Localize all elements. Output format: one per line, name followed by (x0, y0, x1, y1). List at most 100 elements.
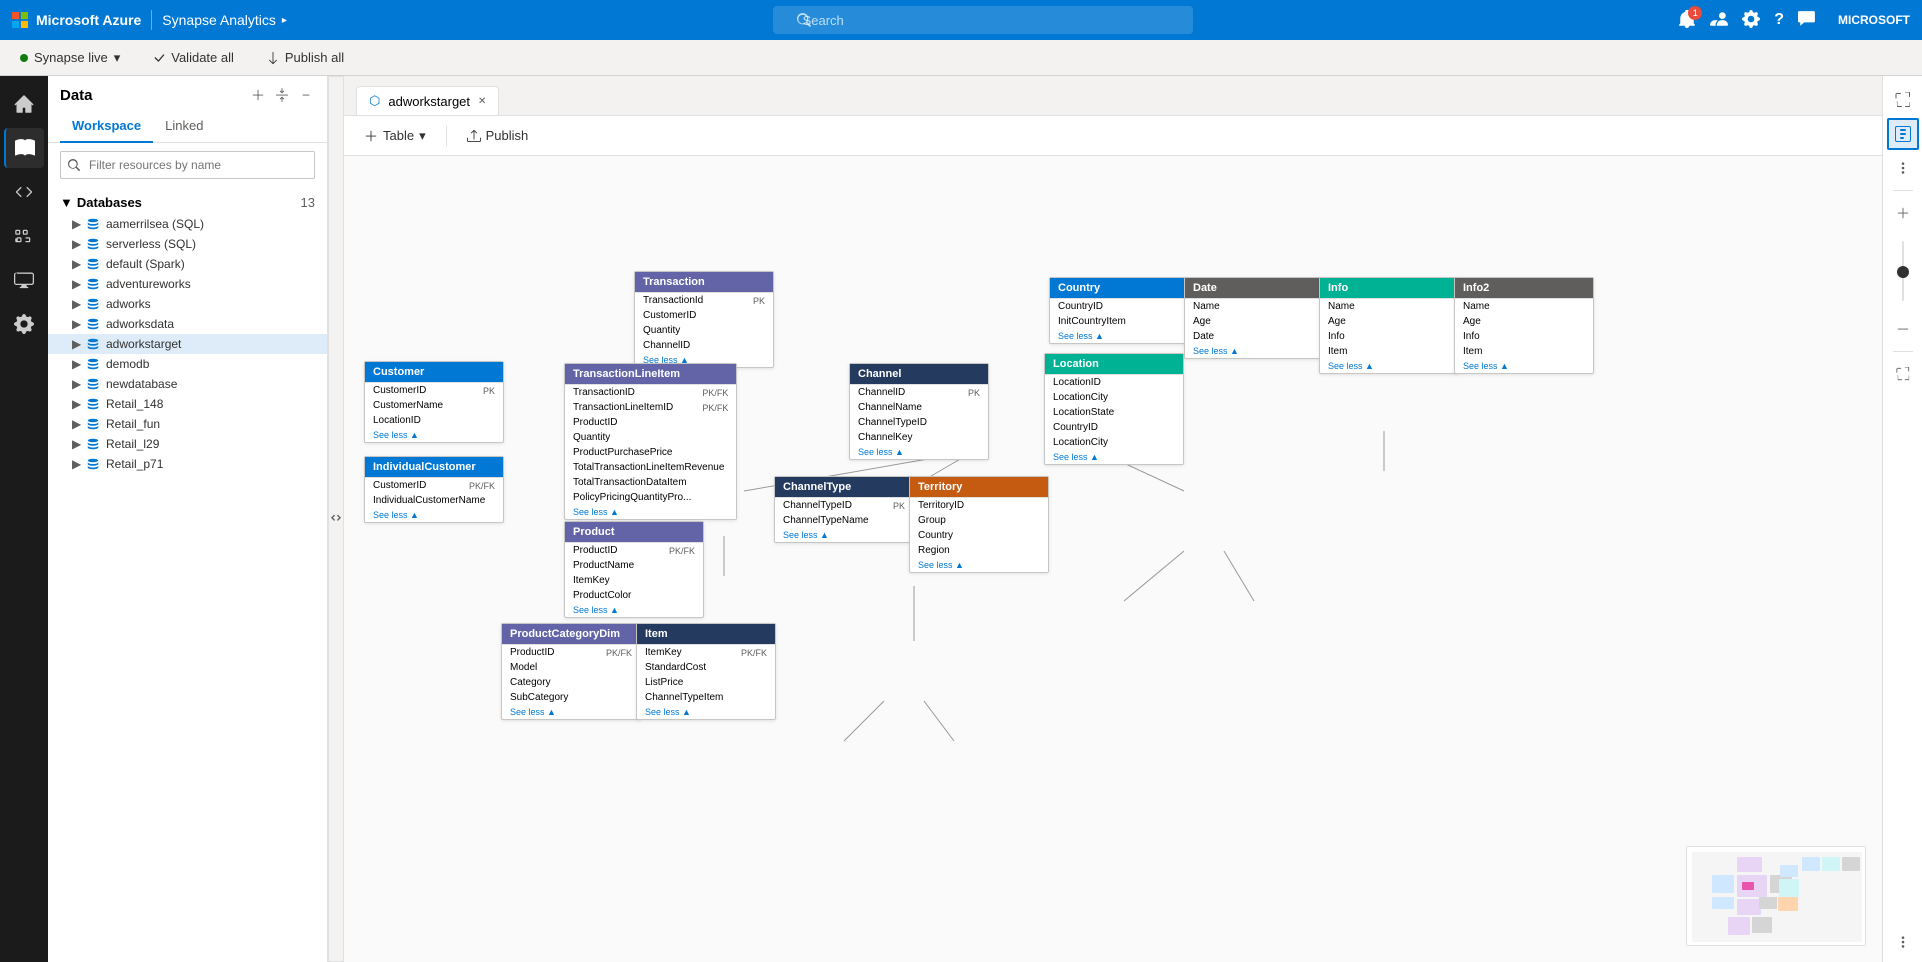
people-icon[interactable] (1710, 10, 1728, 31)
notification-icon[interactable]: 1 (1678, 10, 1696, 31)
feedback-icon[interactable] (1798, 10, 1816, 31)
table-channeltype[interactable]: ChannelType ChannelTypeID PK ChannelType… (774, 476, 914, 543)
see-less-link[interactable]: See less ▲ (1045, 450, 1183, 464)
see-less-link[interactable]: See less ▲ (637, 705, 775, 719)
zoom-in-button[interactable] (1887, 197, 1919, 229)
publish-all-button[interactable]: Publish all (258, 46, 352, 69)
database-item[interactable]: ▶ Retail_l29 (48, 434, 327, 454)
database-item[interactable]: ▶ adworksdata (48, 314, 327, 334)
table-territory[interactable]: Territory TerritoryID Group Country Regi… (909, 476, 1049, 573)
database-item[interactable]: ▶ Retail_fun (48, 414, 327, 434)
database-item[interactable]: ▶ demodb (48, 354, 327, 374)
more-diagram-options[interactable] (1887, 926, 1919, 958)
database-item[interactable]: ▶ serverless (SQL) (48, 234, 327, 254)
db-icon (86, 237, 100, 251)
search-input[interactable] (773, 6, 1193, 34)
see-less-link[interactable]: See less ▲ (365, 508, 503, 522)
workspace-tab[interactable]: Workspace (60, 110, 153, 143)
filter-container (60, 151, 315, 179)
sidebar-develop-item[interactable] (4, 172, 44, 212)
publish-button[interactable]: Publish (459, 124, 537, 147)
database-item[interactable]: ▶ aamerrilsea (SQL) (48, 214, 327, 234)
table-country[interactable]: Country CountryID InitCountryItem See le… (1049, 277, 1189, 344)
databases-header[interactable]: ▼ Databases 13 (48, 191, 327, 214)
db-icon (86, 297, 100, 311)
database-item[interactable]: ▶ adworkstarget (48, 334, 327, 354)
table-channel[interactable]: Channel ChannelID PK ChannelName Channel… (849, 363, 989, 460)
column-row: ProductID (565, 415, 736, 430)
minimap[interactable] (1686, 846, 1866, 946)
table-productcategorydim[interactable]: ProductCategoryDim ProductID PK/FK Model… (501, 623, 641, 720)
database-item[interactable]: ▶ newdatabase (48, 374, 327, 394)
table-info[interactable]: Info Name Age Info Item See less ▲ (1319, 277, 1459, 374)
collapse-all-button[interactable] (273, 86, 291, 104)
add-resource-button[interactable] (249, 86, 267, 104)
database-item[interactable]: ▶ Retail_148 (48, 394, 327, 414)
table-header: Country (1050, 278, 1188, 299)
add-table-button[interactable]: Table ▾ (356, 124, 434, 148)
app-chevron[interactable]: ▸ (282, 15, 287, 26)
see-less-link[interactable]: See less ▲ (1320, 359, 1458, 373)
collapse-panel-button[interactable] (328, 76, 344, 962)
fit-view-button[interactable] (1887, 358, 1919, 390)
table-location[interactable]: Location LocationID LocationCity Locatio… (1044, 353, 1184, 465)
more-options-button[interactable] (1887, 152, 1919, 184)
table-customer[interactable]: Customer CustomerID PK CustomerName Loca… (364, 361, 504, 443)
expand-view-button[interactable] (1887, 84, 1919, 116)
table-transaction[interactable]: Transaction TransactionId PK CustomerID … (634, 271, 774, 368)
canvas-tab-label: adworkstarget (388, 94, 470, 109)
sidebar-integrate-item[interactable] (4, 216, 44, 256)
database-item[interactable]: ▶ default (Spark) (48, 254, 327, 274)
sidebar-data-item[interactable] (4, 128, 44, 168)
table-item[interactable]: Item ItemKey PK/FK StandardCost ListPric… (636, 623, 776, 720)
live-indicator (20, 54, 28, 62)
linked-tab[interactable]: Linked (153, 110, 215, 143)
see-less-link[interactable]: See less ▲ (910, 558, 1048, 572)
column-row: Item (1320, 344, 1458, 359)
left-panel-tabs: Workspace Linked (48, 110, 327, 143)
close-panel-button[interactable] (297, 86, 315, 104)
see-less-link[interactable]: See less ▲ (775, 528, 913, 542)
see-less-link[interactable]: See less ▲ (565, 603, 703, 617)
db-item-label: serverless (SQL) (106, 237, 196, 251)
db-icon (86, 337, 100, 351)
databases-chevron: ▼ (60, 195, 73, 210)
table-individualcustomer[interactable]: IndividualCustomer CustomerID PK/FK Indi… (364, 456, 504, 523)
see-less-link[interactable]: See less ▲ (565, 505, 736, 519)
database-item[interactable]: ▶ Retail_p71 (48, 454, 327, 474)
see-less-link[interactable]: See less ▲ (850, 445, 988, 459)
database-item[interactable]: ▶ adventureworks (48, 274, 327, 294)
help-icon[interactable]: ? (1774, 11, 1784, 29)
validate-all-button[interactable]: Validate all (144, 46, 242, 69)
settings-icon[interactable] (1742, 10, 1760, 31)
diagram-canvas[interactable]: Transaction TransactionId PK CustomerID … (344, 156, 1882, 962)
db-icon (86, 217, 100, 231)
see-less-link[interactable]: See less ▲ (1185, 344, 1323, 358)
synapse-live-button[interactable]: Synapse live ▾ (12, 46, 128, 70)
see-less-link[interactable]: See less ▲ (1050, 329, 1188, 343)
filter-input[interactable] (60, 151, 315, 179)
table-product[interactable]: Product ProductID PK/FK ProductName Item… (564, 521, 704, 618)
see-less-link[interactable]: See less ▲ (1455, 359, 1593, 373)
see-less-link[interactable]: See less ▲ (365, 428, 503, 442)
brand: Microsoft Azure (12, 12, 141, 28)
zoom-out-button[interactable] (1887, 313, 1919, 345)
sidebar-monitor-item[interactable] (4, 260, 44, 300)
column-row: CustomerID PK/FK (365, 478, 503, 493)
nav-divider (151, 10, 152, 30)
column-row: Name (1185, 299, 1323, 314)
canvas-tab-adworkstarget[interactable]: ⬡ adworkstarget ✕ (356, 86, 499, 115)
table-transactionlineitem[interactable]: TransactionLineItem TransactionID PK/FK … (564, 363, 737, 520)
db-item-label: Retail_l29 (106, 437, 159, 451)
database-list: ▶ aamerrilsea (SQL) ▶ serverless (SQL) ▶… (48, 214, 327, 474)
sidebar-home-item[interactable] (4, 84, 44, 124)
database-item[interactable]: ▶ adworks (48, 294, 327, 314)
table-date[interactable]: Date Name Age Date See less ▲ (1184, 277, 1324, 359)
table-header: ChannelType (775, 477, 913, 498)
see-less-link[interactable]: See less ▲ (502, 705, 640, 719)
table-info2[interactable]: Info2 Name Age Info Item See less ▲ (1454, 277, 1594, 374)
sidebar-manage-item[interactable] (4, 304, 44, 344)
db-item-label: demodb (106, 357, 149, 371)
properties-view-button[interactable] (1887, 118, 1919, 150)
close-tab-icon[interactable]: ✕ (478, 96, 486, 107)
